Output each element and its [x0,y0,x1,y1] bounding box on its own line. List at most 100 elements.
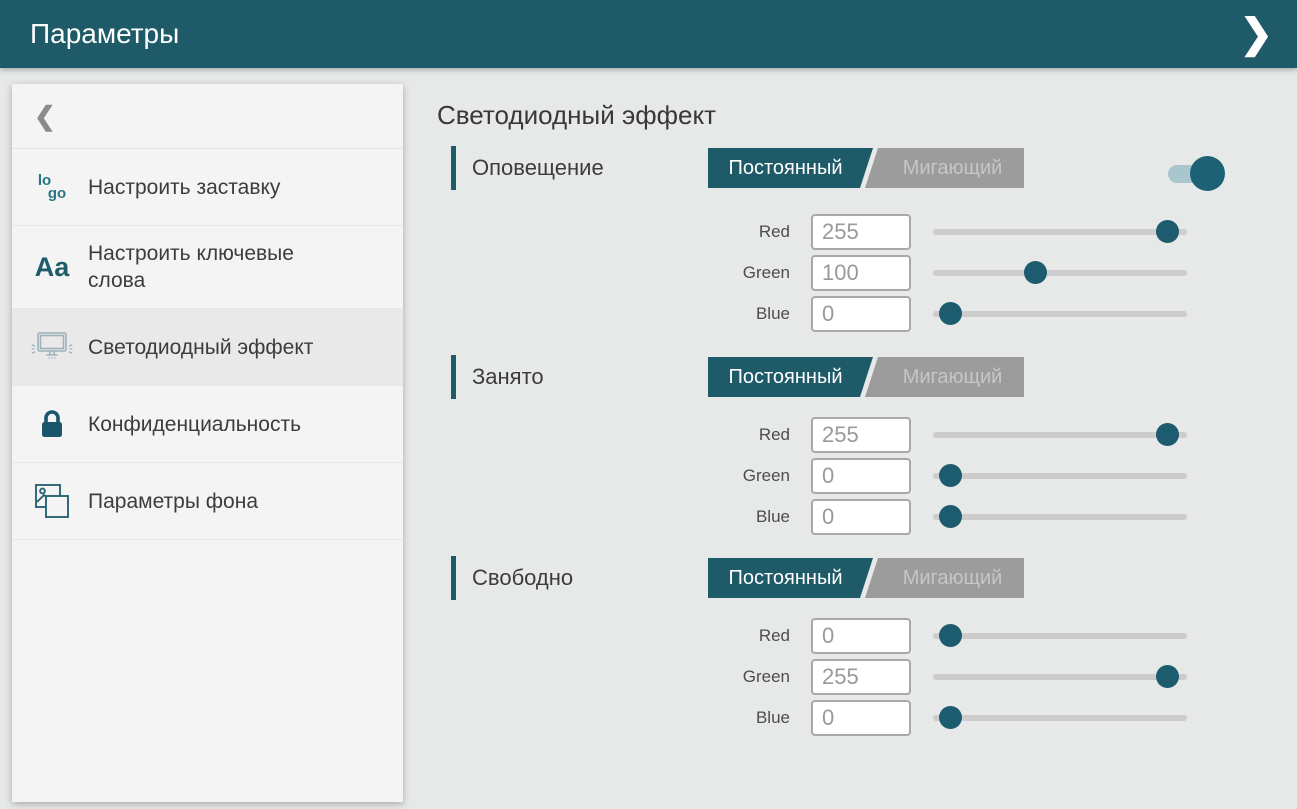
sidebar-item-screensaver[interactable]: logo Настроить заставку [12,149,403,226]
forward-chevron-icon[interactable]: ❯ [1239,14,1273,54]
mode-segmented-control: Постоянный Мигающий [708,357,1024,397]
alert-enable-switch[interactable] [1168,156,1225,191]
sidebar-item-label: Светодиодный эффект [88,334,313,361]
mode-segmented-control: Постоянный Мигающий [708,148,1024,188]
settings-sidebar: ❮ logo Настроить заставку Aa Настроить к… [12,84,403,802]
rgb-row-blue: Blue [451,697,1297,738]
page-title: Параметры [30,18,179,50]
channel-label: Red [451,425,790,445]
sidebar-item-keywords[interactable]: Aa Настроить ключевые слова [12,226,403,309]
green-value-input[interactable] [811,255,911,291]
green-value-input[interactable] [811,659,911,695]
channel-label: Blue [451,507,790,527]
segment-label: Мигающий [903,157,1003,180]
slider-track[interactable] [933,514,1187,520]
section-label: Занято [472,364,544,390]
segment-label: Постоянный [728,157,842,180]
channel-label: Green [451,466,790,486]
logo-icon: logo [28,163,76,211]
sidebar-item-label: Настроить ключевые слова [88,240,294,294]
green-value-input[interactable] [811,458,911,494]
sidebar-item-privacy[interactable]: Конфиденциальность [12,386,403,463]
mode-option-blinking[interactable]: Мигающий [865,357,1024,397]
mode-segmented-control: Постоянный Мигающий [708,558,1024,598]
blue-value-input[interactable] [811,700,911,736]
mode-option-constant[interactable]: Постоянный [708,558,873,598]
slider-track[interactable] [933,633,1187,639]
segment-label: Мигающий [903,567,1003,590]
section-accent-bar [451,556,456,600]
red-slider[interactable] [933,624,1187,647]
red-value-input[interactable] [811,214,911,250]
slider-thumb[interactable] [1156,220,1179,243]
slider-thumb[interactable] [1024,261,1047,284]
green-slider[interactable] [933,464,1187,487]
sidebar-back-button[interactable]: ❮ [12,84,403,149]
red-slider[interactable] [933,423,1187,446]
blue-value-input[interactable] [811,499,911,535]
rgb-row-red: Red [451,615,1297,656]
red-value-input[interactable] [811,618,911,654]
sidebar-item-label: Конфиденциальность [88,411,301,438]
red-value-input[interactable] [811,417,911,453]
blue-value-input[interactable] [811,296,911,332]
mode-option-constant[interactable]: Постоянный [708,148,873,188]
green-slider[interactable] [933,261,1187,284]
app-header: Параметры ❯ [0,0,1297,68]
mode-option-constant[interactable]: Постоянный [708,357,873,397]
blue-slider[interactable] [933,302,1187,325]
segment-label: Мигающий [903,366,1003,389]
section-accent-bar [451,146,456,190]
slider-thumb[interactable] [939,706,962,729]
sidebar-item-background[interactable]: Параметры фона [12,463,403,540]
led-effect-panel: Светодиодный эффект Оповещение Постоянны… [437,84,1297,738]
section-accent-bar [451,355,456,399]
green-slider[interactable] [933,665,1187,688]
rgb-row-red: Red [451,414,1297,455]
rgb-row-green: Green [451,252,1297,293]
led-section-busy: Занято Постоянный Мигающий Red [437,354,1297,537]
rgb-row-green: Green [451,455,1297,496]
slider-thumb[interactable] [939,464,962,487]
sidebar-item-led-effect[interactable]: Светодиодный эффект [12,309,403,386]
mode-option-blinking[interactable]: Мигающий [865,558,1024,598]
channel-label: Green [451,263,790,283]
channel-label: Red [451,222,790,242]
slider-track[interactable] [933,311,1187,317]
channel-label: Green [451,667,790,687]
channel-label: Blue [451,304,790,324]
slider-track[interactable] [933,473,1187,479]
led-section-alert: Оповещение Постоянный Мигающий Red [437,145,1297,334]
section-label: Свободно [472,565,573,591]
slider-track[interactable] [933,715,1187,721]
blue-slider[interactable] [933,706,1187,729]
slider-thumb[interactable] [1156,423,1179,446]
display-icon [28,323,76,371]
slider-thumb[interactable] [939,505,962,528]
slider-track[interactable] [933,432,1187,438]
section-label: Оповещение [472,155,604,181]
slider-thumb[interactable] [939,624,962,647]
segment-label: Постоянный [728,567,842,590]
slider-track[interactable] [933,229,1187,235]
sidebar-item-label: Параметры фона [88,488,258,515]
channel-label: Red [451,626,790,646]
blue-slider[interactable] [933,505,1187,528]
led-section-free: Свободно Постоянный Мигающий Red [437,555,1297,738]
lock-icon [28,400,76,448]
content-title: Светодиодный эффект [437,100,1297,131]
slider-thumb[interactable] [939,302,962,325]
sidebar-item-label: Настроить заставку [88,174,280,201]
red-slider[interactable] [933,220,1187,243]
mode-option-blinking[interactable]: Мигающий [865,148,1024,188]
slider-thumb[interactable] [1156,665,1179,688]
slider-track[interactable] [933,674,1187,680]
rgb-row-blue: Blue [451,496,1297,537]
rgb-row-red: Red [451,211,1297,252]
channel-label: Blue [451,708,790,728]
rgb-row-blue: Blue [451,293,1297,334]
slider-track[interactable] [933,270,1187,276]
switch-knob [1190,156,1225,191]
segment-label: Постоянный [728,366,842,389]
rgb-row-green: Green [451,656,1297,697]
